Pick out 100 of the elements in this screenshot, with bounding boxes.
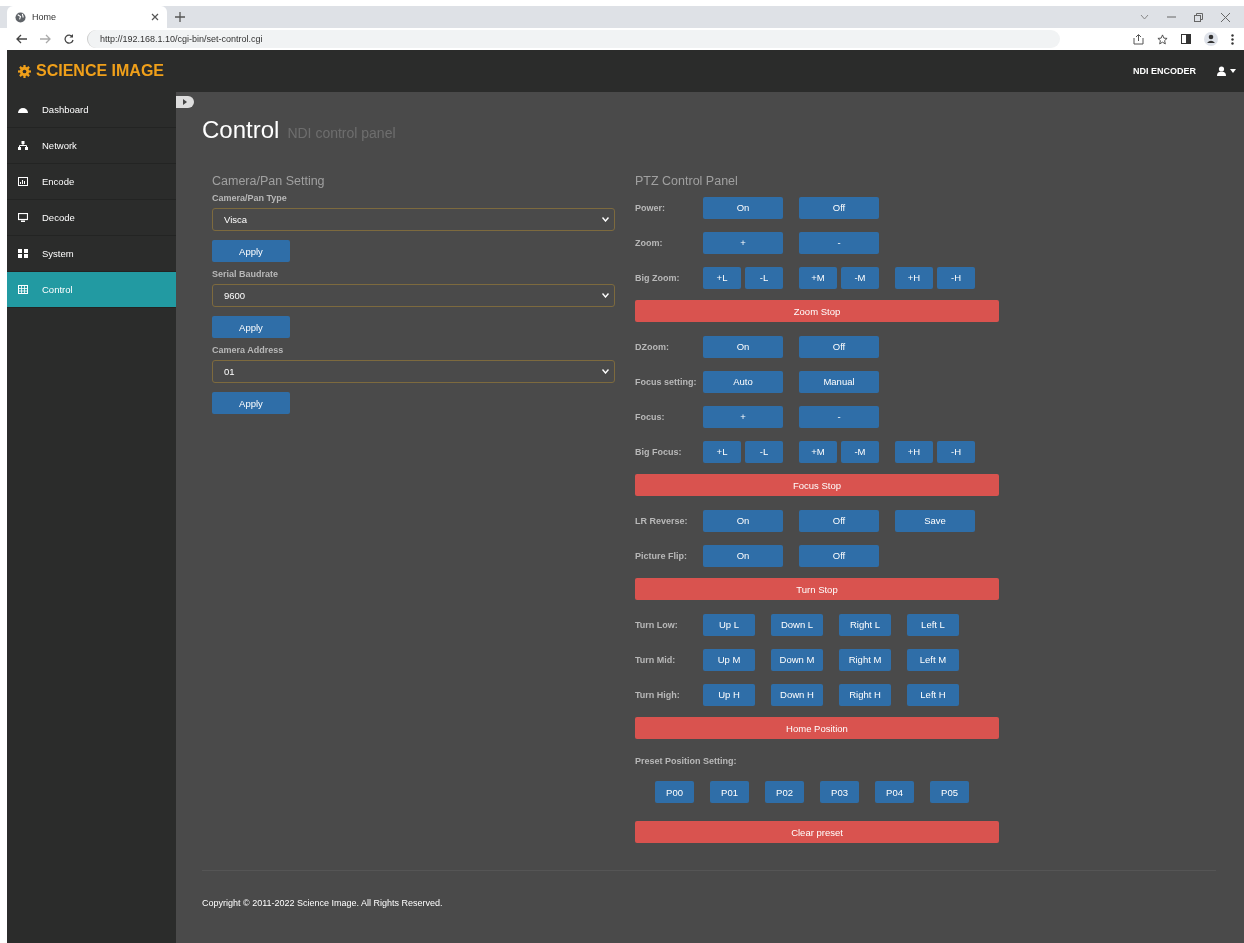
device-name: NDI ENCODER	[1133, 66, 1196, 76]
preset-button[interactable]: P02	[765, 781, 804, 803]
control-button[interactable]: -L	[745, 266, 783, 289]
apply-button[interactable]: Apply	[212, 240, 290, 262]
preset-button[interactable]: P00	[655, 781, 694, 803]
sidebar-toggle-button[interactable]	[176, 96, 194, 108]
turn-button[interactable]: Right M	[839, 648, 891, 671]
sidebar-item[interactable]: Decode	[7, 200, 176, 236]
control-button[interactable]: Manual	[799, 370, 879, 393]
grid-icon	[18, 249, 28, 258]
sidebar-item[interactable]: Dashboard	[7, 92, 176, 128]
control-button[interactable]: Off	[799, 335, 879, 358]
control-label: LR Reverse:	[635, 515, 689, 526]
control-button[interactable]: +M	[799, 266, 837, 289]
turn-button[interactable]: Up M	[703, 648, 755, 671]
apply-button[interactable]: Apply	[212, 316, 290, 338]
control-button[interactable]: +M	[799, 440, 837, 463]
control-button[interactable]: On	[703, 509, 783, 532]
star-icon[interactable]	[1157, 33, 1168, 45]
control-button[interactable]: On	[703, 335, 783, 358]
preset-button[interactable]: P05	[930, 781, 969, 803]
control-button[interactable]: On	[703, 196, 783, 219]
control-button[interactable]: -M	[841, 440, 879, 463]
back-icon[interactable]	[16, 34, 27, 44]
field-label: Camera/Pan Type	[212, 193, 288, 205]
section-heading: Camera/Pan Setting	[212, 174, 326, 190]
control-button[interactable]: Save	[895, 509, 975, 532]
turn-button[interactable]: Left M	[907, 648, 959, 671]
page-title: Control	[202, 116, 280, 144]
control-button[interactable]: -M	[841, 266, 879, 289]
turn-button[interactable]: Left H	[907, 683, 959, 706]
turn-button[interactable]: Down L	[771, 613, 823, 636]
gear-icon	[18, 64, 31, 78]
control-button[interactable]: Off	[799, 544, 879, 567]
preset-button[interactable]: P01	[710, 781, 749, 803]
control-button[interactable]: +	[703, 231, 783, 254]
dropdown-field[interactable]: 9600	[212, 284, 615, 307]
control-label: Picture Flip:	[635, 550, 688, 561]
control-label: Turn Low:	[635, 619, 679, 630]
control-button[interactable]: +L	[703, 440, 741, 463]
turn-button[interactable]: Right L	[839, 613, 891, 636]
stop-button[interactable]: Focus Stop	[635, 474, 999, 496]
turn-button[interactable]: Up L	[703, 613, 755, 636]
stop-button[interactable]: Clear preset	[635, 821, 999, 843]
sidebar-item[interactable]: Network	[7, 128, 176, 164]
control-label: Focus:	[635, 411, 666, 422]
copyright-text: Copyright © 2011-2022 Science Image. All Rights Reserved.	[202, 898, 443, 908]
dropdown-field[interactable]: 01	[212, 360, 615, 383]
preset-label: Preset Position Setting:	[635, 755, 738, 768]
sitemap-icon	[18, 141, 28, 150]
sidebar-icon[interactable]	[1181, 34, 1191, 44]
turn-button[interactable]: Right H	[839, 683, 891, 706]
globe-icon	[15, 11, 26, 23]
control-button[interactable]: Off	[799, 509, 879, 532]
sidebar-item[interactable]: Control	[7, 272, 176, 308]
more-icon[interactable]	[1231, 33, 1234, 45]
control-button[interactable]: -L	[745, 440, 783, 463]
sidebar-item[interactable]: Encode	[7, 164, 176, 200]
control-label: Turn High:	[635, 689, 681, 700]
control-button[interactable]: On	[703, 544, 783, 567]
close-icon[interactable]	[151, 13, 159, 21]
control-button[interactable]: Auto	[703, 370, 783, 393]
profile-icon[interactable]	[1204, 32, 1218, 46]
control-label: Zoom:	[635, 237, 664, 248]
browser-tab[interactable]: Home	[7, 6, 167, 28]
restore-icon[interactable]	[1194, 12, 1203, 22]
preset-button[interactable]: P03	[820, 781, 859, 803]
stop-button[interactable]: Zoom Stop	[635, 300, 999, 322]
turn-button[interactable]: Left L	[907, 613, 959, 636]
turn-button[interactable]: Up H	[703, 683, 755, 706]
turn-button[interactable]: Down H	[771, 683, 823, 706]
address-field[interactable]: http://192.168.1.10/cgi-bin/set-control.cgi	[87, 30, 1060, 48]
apply-button[interactable]: Apply	[212, 392, 290, 414]
chevron-down-icon	[602, 293, 609, 298]
user-menu[interactable]	[1217, 66, 1236, 76]
new-tab-icon[interactable]	[175, 12, 185, 22]
stop-button[interactable]: Turn Stop	[635, 578, 999, 600]
control-button[interactable]: -H	[937, 266, 975, 289]
control-label: Power:	[635, 202, 666, 213]
caret-icon	[1230, 69, 1236, 73]
control-button[interactable]: +L	[703, 266, 741, 289]
reload-icon[interactable]	[64, 34, 74, 44]
brand-logo[interactable]: SCIENCE IMAGE	[36, 62, 164, 80]
stop-button[interactable]: Home Position	[635, 717, 999, 739]
control-button[interactable]: +	[703, 405, 783, 428]
control-button[interactable]: -	[799, 231, 879, 254]
close-icon[interactable]	[1221, 12, 1230, 22]
control-button[interactable]: -H	[937, 440, 975, 463]
chevron-down-icon	[602, 217, 609, 222]
share-icon[interactable]	[1133, 33, 1144, 45]
control-button[interactable]: -	[799, 405, 879, 428]
preset-button[interactable]: P04	[875, 781, 914, 803]
dashboard-icon	[18, 105, 28, 114]
control-label: Turn Mid:	[635, 654, 677, 665]
turn-button[interactable]: Down M	[771, 648, 823, 671]
control-button[interactable]: +H	[895, 440, 933, 463]
dropdown-field[interactable]: Visca	[212, 208, 615, 231]
control-button[interactable]: +H	[895, 266, 933, 289]
control-button[interactable]: Off	[799, 196, 879, 219]
control-label: Big Zoom:	[635, 272, 681, 283]
